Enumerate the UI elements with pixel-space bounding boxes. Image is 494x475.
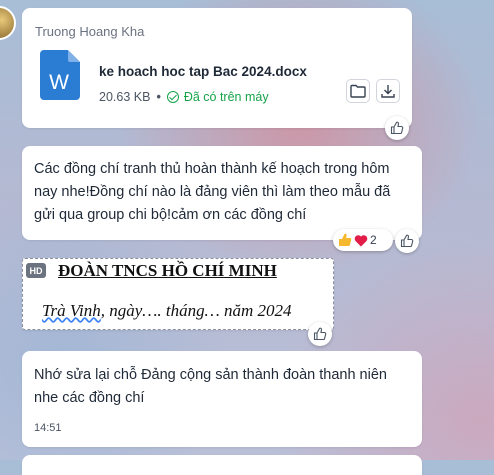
message-line: gửi qua group chi bộ!cảm ơn các đồng chí [34, 207, 307, 223]
image-message[interactable]: HD ĐOÀN TNCS HỒ CHÍ MINH Trà Vinh, ngày…… [22, 258, 334, 330]
text-message-bubble: Các đồng chí tranh thủ hoàn thành kế hoạ… [22, 146, 422, 240]
file-size: 20.63 KB [99, 90, 151, 104]
meta-separator: • [156, 90, 161, 104]
reaction-count: 2 [370, 233, 377, 247]
download-status: Đã có trên máy [183, 90, 269, 104]
like-button[interactable] [395, 229, 419, 253]
sender-name[interactable]: Truong Hoang Kha [35, 24, 144, 39]
message-text: Nhớ sửa lại chỗ Đảng cộng sản thành đoàn… [34, 364, 387, 410]
hd-badge: HD [26, 263, 46, 278]
message-line: Nhớ sửa lại chỗ Đảng cộng sản thành đoàn… [34, 367, 387, 383]
file-meta: 20.63 KB • Đã có trên máy [99, 90, 269, 104]
image-date-place: Trà Vinh [42, 301, 101, 320]
heart-reaction-icon [354, 234, 368, 246]
word-letter: W [49, 71, 69, 94]
reaction-summary[interactable]: 2 [333, 229, 393, 251]
like-reaction-icon [339, 233, 352, 247]
text-message-bubble: Nhớ sửa lại chỗ Đảng cộng sản thành đoàn… [22, 351, 422, 447]
message-line: nhe các đồng chí [34, 390, 145, 406]
folder-icon [350, 84, 366, 98]
message-line: nay nhe!Đồng chí nào là đảng viên thì là… [34, 184, 391, 200]
text-message-bubble [22, 455, 422, 475]
check-circle-icon [166, 91, 179, 103]
like-button[interactable] [385, 116, 409, 140]
message-time: 14:51 [34, 422, 62, 434]
image-date-text: Trà Vinh, ngày…. tháng… năm 2024 [42, 301, 292, 321]
sender-avatar[interactable] [0, 6, 16, 40]
image-title-text: ĐOÀN TNCS HỒ CHÍ MINH [58, 261, 277, 280]
download-icon [381, 85, 395, 98]
thumbs-up-icon [400, 234, 414, 248]
word-document-icon[interactable]: W [40, 50, 80, 100]
message-line: Các đồng chí tranh thủ hoàn thành kế hoạ… [34, 161, 390, 177]
thumbs-up-icon [313, 327, 327, 341]
download-button[interactable] [376, 79, 400, 103]
like-button[interactable] [308, 322, 332, 346]
image-date-rest: , ngày…. tháng… năm 2024 [100, 301, 292, 320]
thumbs-up-icon [390, 121, 404, 135]
message-text: Các đồng chí tranh thủ hoàn thành kế hoạ… [34, 158, 390, 227]
open-folder-button[interactable] [346, 79, 370, 103]
file-name[interactable]: ke hoach hoc tap Bac 2024.docx [99, 64, 307, 79]
file-message-bubble: Truong Hoang Kha W ke hoach hoc tap Bac … [22, 8, 412, 128]
